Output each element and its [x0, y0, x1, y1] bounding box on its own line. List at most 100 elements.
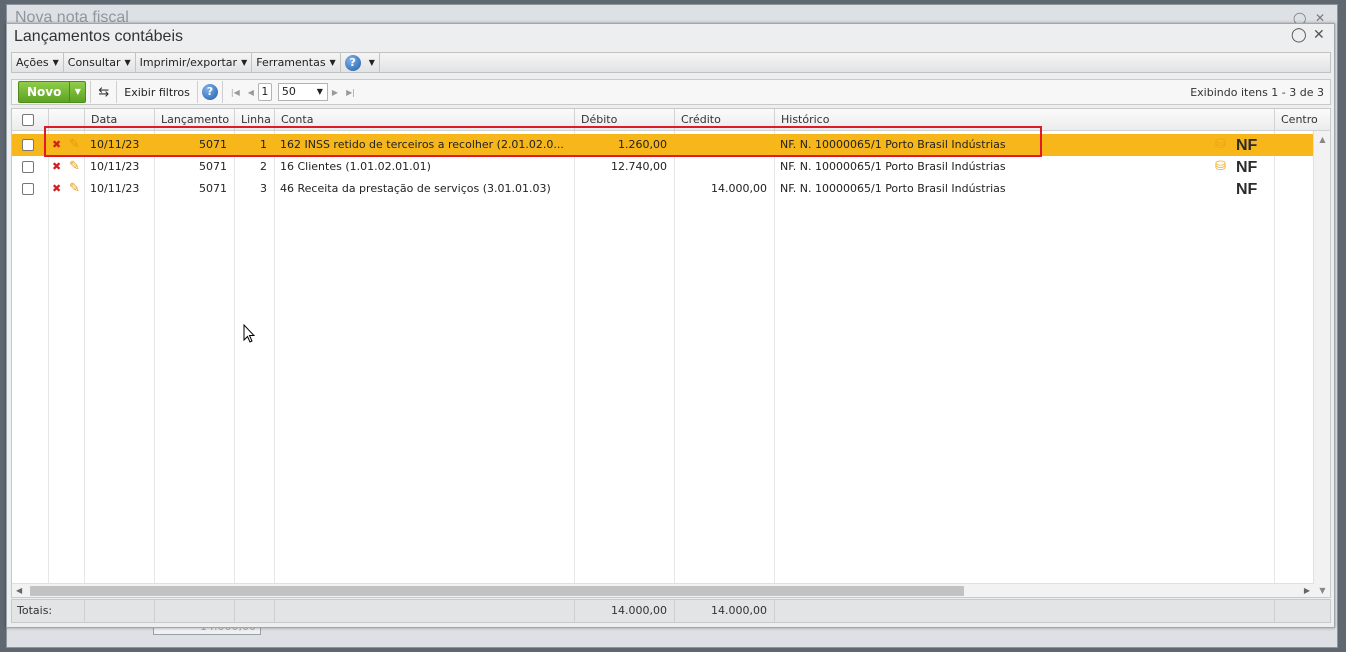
close-icon[interactable]: ✕: [1313, 27, 1325, 43]
cell-credito: [674, 156, 774, 178]
cell-conta: 46 Receita da prestação de serviços (3.0…: [280, 182, 551, 195]
help-icon[interactable]: ?: [201, 84, 218, 100]
entries-grid: Data Lançamento Linha Conta Débito Crédi…: [11, 108, 1331, 598]
prev-page-icon[interactable]: ◀: [244, 88, 258, 97]
menu-imprimir-exportar[interactable]: Imprimir/exportar ▼: [136, 53, 253, 72]
edit-icon[interactable]: ✎: [69, 134, 80, 156]
new-button[interactable]: Novo ▼: [18, 81, 87, 103]
row-checkbox[interactable]: [22, 161, 34, 173]
help-icon: ?: [344, 54, 361, 71]
totals-label: Totais:: [17, 604, 53, 617]
select-all-checkbox[interactable]: [22, 114, 34, 126]
edit-icon[interactable]: ✎: [69, 156, 80, 178]
cell-lancamento: 5071: [199, 138, 227, 151]
page-size-select[interactable]: 50 ▼: [277, 83, 328, 101]
col-actions: [48, 109, 84, 131]
totals-empty: [1274, 600, 1330, 622]
col-lancamento[interactable]: Lançamento: [154, 109, 234, 131]
totals-empty: [774, 600, 1274, 622]
totals-debito: 14.000,00: [574, 600, 674, 622]
dialog-title: Lançamentos contábeis: [14, 28, 183, 45]
cell-debito: 12.740,00: [611, 160, 667, 173]
first-page-icon[interactable]: |◀: [227, 88, 244, 97]
cell-credito: 14.000,00: [711, 182, 767, 195]
vertical-scrollbar[interactable]: ▲ ▼: [1313, 131, 1330, 597]
chevron-down-icon: ▼: [241, 58, 248, 67]
mouse-cursor-icon: [243, 324, 255, 343]
cell-historico: NF. N. 10000065/1 Porto Brasil Indústria…: [780, 138, 1006, 151]
cell-debito: 1.260,00: [618, 138, 667, 151]
scroll-up-icon[interactable]: ▲: [1314, 135, 1330, 144]
totals-empty: [154, 600, 234, 622]
separator: [196, 81, 198, 103]
delete-icon[interactable]: ✖: [52, 134, 61, 156]
delete-icon[interactable]: ✖: [52, 178, 61, 200]
separator: [116, 81, 118, 103]
toolbar: Novo ▼ ⇆ Exibir filtros ? |◀ ◀ 1 50 ▼ ▶ ▶…: [11, 79, 1331, 105]
grid-header: Data Lançamento Linha Conta Débito Crédi…: [12, 109, 1330, 131]
totals-empty: [84, 600, 154, 622]
scroll-thumb[interactable]: [30, 586, 964, 596]
horizontal-scrollbar[interactable]: ◀ ▶: [12, 583, 1314, 597]
scroll-down-icon[interactable]: ▼: [1314, 586, 1330, 595]
separator: [221, 81, 223, 103]
cell-credito: [674, 134, 774, 156]
chevron-down-icon: ▼: [124, 58, 131, 67]
page-number-input[interactable]: 1: [257, 83, 272, 101]
menu-bar: Ações ▼ Consultar ▼ Imprimir/exportar ▼ Fer…: [11, 52, 1331, 73]
cell-data: 10/11/23: [90, 182, 140, 195]
row-checkbox[interactable]: [22, 183, 34, 195]
row-checkbox[interactable]: [22, 139, 34, 151]
show-filters-button[interactable]: Exibir filtros: [121, 86, 193, 99]
cell-data: 10/11/23: [90, 138, 140, 151]
cell-conta: 16 Clientes (1.01.02.01.01): [280, 160, 431, 173]
comment-icon[interactable]: ◯: [1291, 27, 1307, 43]
col-credito[interactable]: Crédito: [674, 109, 774, 131]
col-debito[interactable]: Débito: [574, 109, 674, 131]
menu-consultar[interactable]: Consultar ▼: [64, 53, 136, 72]
totals-empty: [274, 600, 574, 622]
nf-icon[interactable]: NF: [1236, 156, 1257, 180]
coins-icon[interactable]: ⛁: [1215, 156, 1226, 178]
chevron-down-icon: ▼: [329, 58, 336, 67]
cell-linha: 3: [260, 182, 267, 195]
col-linha[interactable]: Linha: [234, 109, 274, 131]
cell-conta: 162 INSS retido de terceiros a recolher …: [280, 138, 564, 151]
table-row[interactable]: ✖ ✎ 10/11/23 5071 2 16 Clientes (1.01.02…: [12, 156, 1314, 178]
cell-linha: 2: [260, 160, 267, 173]
edit-icon[interactable]: ✎: [69, 178, 80, 200]
cell-lancamento: 5071: [199, 160, 227, 173]
col-conta[interactable]: Conta: [274, 109, 574, 131]
chevron-down-icon[interactable]: ▼: [69, 82, 85, 102]
chevron-down-icon: ▼: [316, 87, 323, 96]
table-row[interactable]: ✖ ✎ 10/11/23 5071 1 162 INSS retido de t…: [12, 134, 1314, 156]
chevron-down-icon: ▼: [52, 58, 59, 67]
scroll-right-icon[interactable]: ▶: [1304, 584, 1310, 597]
cell-lancamento: 5071: [199, 182, 227, 195]
menu-acoes[interactable]: Ações ▼: [12, 53, 64, 72]
next-page-icon[interactable]: ▶: [328, 88, 342, 97]
nf-icon[interactable]: NF: [1236, 134, 1257, 158]
col-historico[interactable]: Histórico: [774, 109, 1274, 131]
totals-empty: [234, 600, 274, 622]
nf-icon[interactable]: NF: [1236, 178, 1257, 202]
scroll-left-icon[interactable]: ◀: [16, 584, 22, 597]
col-data[interactable]: Data: [84, 109, 154, 131]
lancamentos-dialog: Lançamentos contábeis ◯ ✕ Ações ▼ Consult…: [6, 23, 1335, 628]
menu-help[interactable]: ? ▼: [341, 53, 380, 72]
menu-ferramentas[interactable]: Ferramentas ▼: [252, 53, 341, 72]
table-row[interactable]: ✖ ✎ 10/11/23 5071 3 46 Receita da presta…: [12, 178, 1314, 200]
coins-icon[interactable]: ⛁: [1215, 134, 1226, 156]
page-info: Exibindo itens 1 - 3 de 3: [1190, 85, 1324, 99]
chevron-down-icon: ▼: [368, 58, 375, 67]
separator: [90, 81, 92, 103]
cell-data: 10/11/23: [90, 160, 140, 173]
col-centro[interactable]: Centro: [1274, 109, 1330, 131]
totals-credito: 14.000,00: [674, 600, 774, 622]
cell-historico: NF. N. 10000065/1 Porto Brasil Indústria…: [780, 182, 1006, 195]
last-page-icon[interactable]: ▶|: [342, 88, 359, 97]
refresh-icon[interactable]: ⇆: [95, 85, 112, 100]
cell-historico: NF. N. 10000065/1 Porto Brasil Indústria…: [780, 160, 1006, 173]
cell-debito: [574, 178, 674, 200]
delete-icon[interactable]: ✖: [52, 156, 61, 178]
